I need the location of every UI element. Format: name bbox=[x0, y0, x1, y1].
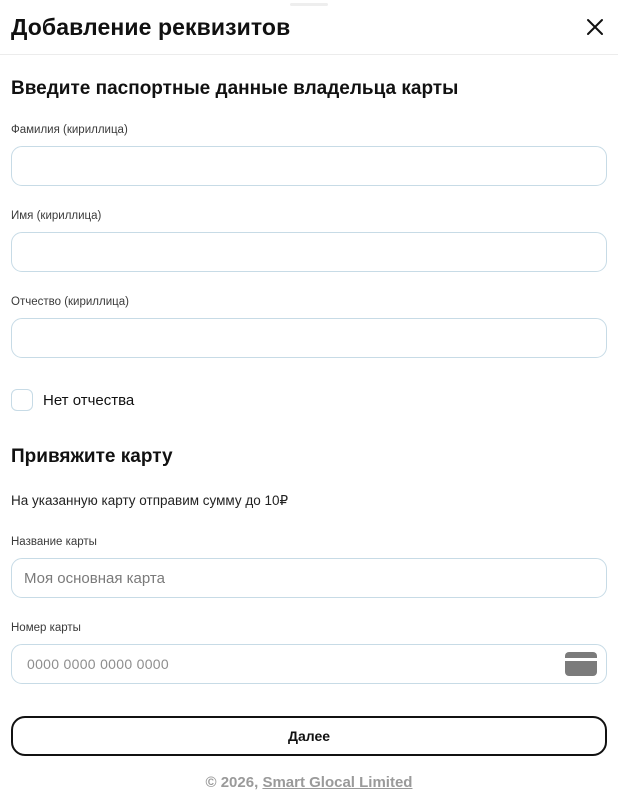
no-patronymic-checkbox-row[interactable]: Нет отчества bbox=[11, 387, 134, 413]
surname-label: Фамилия (кириллица) bbox=[11, 124, 128, 136]
card-name-label: Название карты bbox=[11, 536, 97, 548]
no-patronymic-checkbox[interactable] bbox=[11, 389, 33, 411]
credit-card-icon bbox=[565, 652, 597, 676]
footer: © 2026, Smart Glocal Limited bbox=[0, 774, 618, 791]
first-name-label: Имя (кириллица) bbox=[11, 210, 102, 222]
surname-input[interactable] bbox=[11, 146, 607, 186]
dialog-header: Добавление реквизитов bbox=[0, 0, 618, 55]
close-icon bbox=[587, 19, 603, 35]
card-section-title: Привяжите карту bbox=[11, 446, 173, 467]
next-button[interactable]: Далее bbox=[11, 716, 607, 756]
card-number-label: Номер карты bbox=[11, 622, 81, 634]
patronymic-input[interactable] bbox=[11, 318, 607, 358]
company-link[interactable]: Smart Glocal Limited bbox=[262, 774, 412, 791]
passport-section-title: Введите паспортные данные владельца карт… bbox=[11, 78, 459, 99]
first-name-input[interactable] bbox=[11, 232, 607, 272]
card-number-input[interactable] bbox=[11, 644, 607, 684]
patronymic-label: Отчество (кириллица) bbox=[11, 296, 129, 308]
card-hint-text: На указанную карту отправим сумму до 10₽ bbox=[11, 493, 289, 508]
dialog-title: Добавление реквизитов bbox=[11, 14, 291, 40]
close-button[interactable] bbox=[584, 16, 606, 38]
card-name-input[interactable] bbox=[11, 558, 607, 598]
footer-copyright: © 2026, bbox=[205, 774, 263, 791]
no-patronymic-label: Нет отчества bbox=[43, 391, 135, 409]
